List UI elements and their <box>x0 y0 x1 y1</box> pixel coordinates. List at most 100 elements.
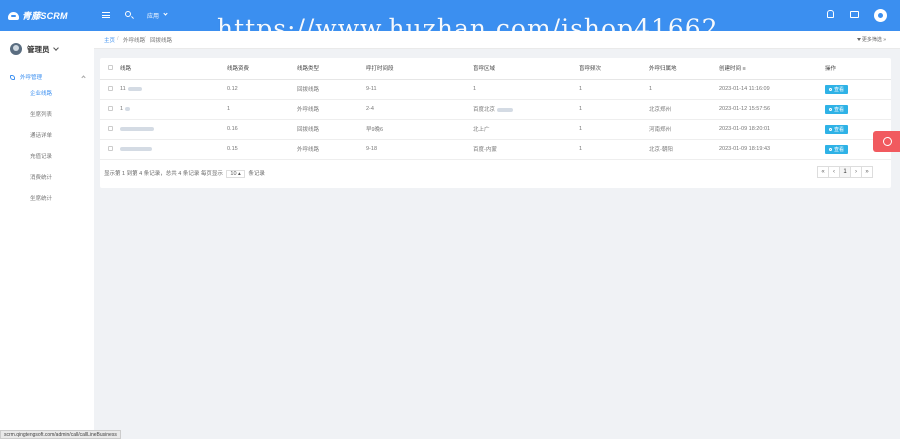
cell-frequency: 1 <box>579 99 649 120</box>
search-icon <box>829 87 832 91</box>
search-icon[interactable] <box>125 11 131 17</box>
breadcrumb-home[interactable]: 主页 <box>104 36 115 44</box>
row-checkbox[interactable] <box>108 146 113 152</box>
cell-created: 2023-01-09 18:20:01 <box>719 119 825 140</box>
view-button[interactable]: 查看 <box>825 104 849 114</box>
col-header-period[interactable]: 呼打时间段 <box>366 58 473 80</box>
breadcrumb: 主页 / 外呼线路 / 回拨线路 更多筛选 » <box>94 31 900 49</box>
menu-group-call-management[interactable]: 外呼管理 <box>0 70 94 84</box>
search-icon <box>829 147 832 151</box>
more-filter-label: 更多筛选 <box>861 37 882 43</box>
cell-region: 百度-内蒙 <box>473 139 579 160</box>
cell-fee: 1 <box>227 99 297 120</box>
view-button-label: 查看 <box>834 146 845 153</box>
bell-icon[interactable] <box>827 10 834 18</box>
view-button[interactable]: 查看 <box>825 124 849 134</box>
select-all-checkbox[interactable] <box>108 65 113 71</box>
last-page-button[interactable]: » <box>861 166 873 178</box>
menu-group-label: 外呼管理 <box>20 75 43 81</box>
col-header-origin[interactable]: 外呼归属地 <box>649 58 719 80</box>
view-button-label: 查看 <box>834 126 845 133</box>
cell-fee: 0.12 <box>227 79 297 100</box>
page-size-select[interactable]: 10 ▴ <box>226 170 245 178</box>
breadcrumb-separator: / <box>144 36 146 42</box>
col-header-frequency[interactable]: 盲呼频次 <box>579 58 649 80</box>
floating-settings-button[interactable] <box>873 131 900 152</box>
cell-frequency: 1 <box>579 139 649 160</box>
cell-period: 9-11 <box>366 79 473 100</box>
sidebar-item-consumption-stats[interactable]: 消费统计 <box>0 168 94 189</box>
cell-region: 百度北京 <box>473 99 579 120</box>
cell-line-text: 1 <box>120 106 124 112</box>
user-name: 管理员 <box>27 44 50 54</box>
cell-fee: 0.16 <box>227 119 297 140</box>
chevron-down-icon <box>163 11 168 16</box>
hamburger-menu-icon[interactable] <box>102 12 110 18</box>
cell-frequency: 1 <box>579 79 649 100</box>
browser-status-url: scrm.qingtengsoft.com/admin/call/callLin… <box>0 430 121 439</box>
chevron-down-icon <box>52 45 59 51</box>
sidebar-item-enterprise-lines[interactable]: 企业线路 <box>0 84 94 105</box>
page-size-value: 10 <box>230 171 237 177</box>
app-menu-label[interactable]: 应用 <box>147 11 159 20</box>
blurred-text <box>125 106 131 111</box>
view-button[interactable]: 查看 <box>825 84 849 94</box>
col-header-created[interactable]: 创建时间 ≡ <box>719 58 825 80</box>
pagination-info-prefix: 显示第 1 到第 4 条记录，总共 4 条记录 每页显示 <box>104 171 223 177</box>
table-row: 1 1 外呼线路 2-4 百度北京 1 北京郑州 2023-01-12 15:5… <box>100 99 891 120</box>
lines-table: 线路 线路资费 线路类型 呼打时间段 盲呼区域 盲呼频次 外呼归属地 创建时间 … <box>100 58 891 160</box>
row-checkbox[interactable] <box>108 126 113 132</box>
table-row: 11 0.12 回拨线路 9-11 1 1 1 2023-01-14 11:16… <box>100 79 891 100</box>
message-icon[interactable] <box>850 11 859 18</box>
breadcrumb-level2: 回拨线路 <box>150 38 173 44</box>
cell-origin: 河南郑州 <box>649 119 719 140</box>
table-row: 0.15 外呼线路 9-18 百度-内蒙 1 北京-朝阳 2023-01-09 … <box>100 139 891 160</box>
row-checkbox[interactable] <box>108 106 113 112</box>
col-header-fee[interactable]: 线路资费 <box>227 58 297 80</box>
chevron-up-icon <box>81 74 86 80</box>
user-menu[interactable]: 管理员 <box>0 32 94 66</box>
cell-line <box>120 119 227 140</box>
cell-period: 2-4 <box>366 99 473 120</box>
cell-region: 北上广 <box>473 119 579 140</box>
cell-type: 外呼线路 <box>297 99 366 120</box>
sidebar-item-recharge-records[interactable]: 充值记录 <box>0 147 94 168</box>
view-button-label: 查看 <box>834 86 845 93</box>
col-header-action: 操作 <box>825 58 891 80</box>
cell-line <box>120 139 227 160</box>
user-avatar-icon[interactable] <box>874 9 887 22</box>
cell-origin: 北京-朝阳 <box>649 139 719 160</box>
col-header-region[interactable]: 盲呼区域 <box>473 58 579 80</box>
cell-created: 2023-01-12 15:57:56 <box>719 99 825 120</box>
table-row: 0.16 回拨线路 早9晚6 北上广 1 河南郑州 2023-01-09 18:… <box>100 119 891 140</box>
view-button-label: 查看 <box>834 106 845 113</box>
blurred-text <box>120 146 152 151</box>
cell-region-text: 百度北京 <box>473 107 496 113</box>
cell-type: 外呼线路 <box>297 139 366 160</box>
view-button[interactable]: 查看 <box>825 144 849 154</box>
col-header-created-label: 创建时间 <box>719 66 742 73</box>
sidebar-item-seat-list[interactable]: 坐席列表 <box>0 105 94 126</box>
search-icon <box>829 127 832 131</box>
logo-bar: 青藤SCRM <box>0 0 94 31</box>
sidebar-item-call-records[interactable]: 通话详单 <box>0 126 94 147</box>
col-header-line[interactable]: 线路 <box>120 58 227 80</box>
logo-text: 青藤SCRM <box>22 11 68 21</box>
cell-created: 2023-01-14 11:16:09 <box>719 79 825 100</box>
cell-line: 1 <box>120 99 227 120</box>
breadcrumb-level1[interactable]: 外呼线路 <box>123 36 145 44</box>
cell-created: 2023-01-09 18:19:43 <box>719 139 825 160</box>
more-filter-button[interactable]: 更多筛选 » <box>856 36 886 43</box>
col-header-type[interactable]: 线路类型 <box>297 58 366 80</box>
phone-icon <box>10 74 15 80</box>
blurred-text <box>127 86 142 91</box>
sidebar-item-seat-stats[interactable]: 坐席统计 <box>0 189 94 210</box>
cell-line-text: 11 <box>120 86 126 92</box>
cell-type: 回拨线路 <box>297 119 366 140</box>
cell-origin: 1 <box>649 79 719 100</box>
filter-icon <box>856 38 861 42</box>
user-avatar <box>10 43 22 55</box>
blurred-text <box>497 107 514 112</box>
row-checkbox[interactable] <box>108 86 113 92</box>
cell-origin: 北京郑州 <box>649 99 719 120</box>
